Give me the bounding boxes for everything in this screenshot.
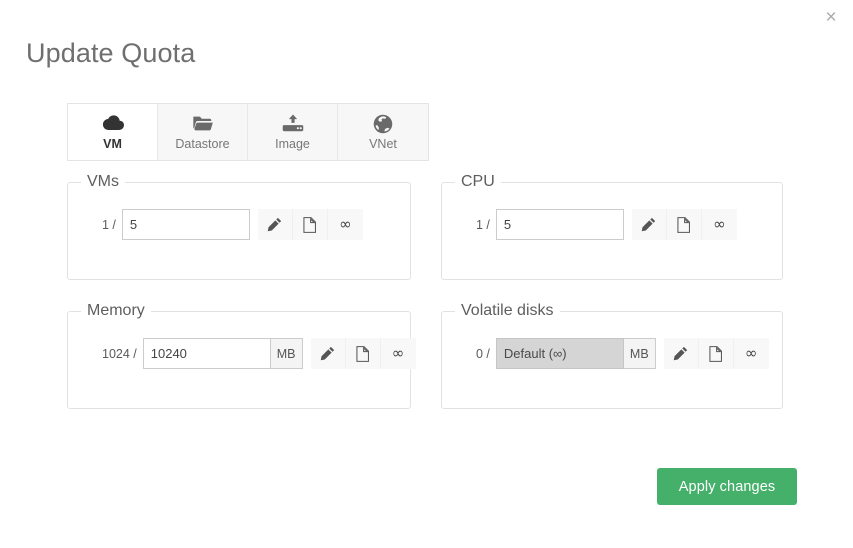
document-icon-vms[interactable]: [292, 209, 328, 240]
cloud-icon: [102, 114, 124, 133]
unit-addon-volatile-disks: MB: [623, 338, 656, 369]
used-label-memory: 1024 /: [102, 346, 137, 361]
panel-legend-volatile-disks: Volatile disks: [455, 301, 560, 321]
tab-vnet-label: VNet: [369, 136, 397, 151]
panel-legend-memory: Memory: [81, 301, 151, 321]
used-label-volatile-disks: 0 /: [476, 346, 490, 361]
row-actions-volatile-disks: ∞: [663, 338, 769, 369]
page-title: Update Quota: [26, 38, 196, 68]
tab-datastore[interactable]: Datastore: [158, 104, 248, 160]
quota-input-memory[interactable]: [142, 338, 271, 369]
infinity-glyph-cpu: ∞: [713, 215, 726, 233]
quota-panel-vms: VMs 1 / ∞: [67, 172, 411, 280]
hdd-upload-icon: [282, 113, 304, 133]
tab-image[interactable]: Image: [248, 104, 338, 160]
infinity-glyph-memory: ∞: [391, 344, 405, 362]
tab-datastore-label: Datastore: [175, 136, 230, 151]
used-label-cpu: 1 /: [476, 217, 490, 232]
panel-legend-cpu: CPU: [455, 172, 501, 192]
globe-icon: [373, 114, 393, 133]
input-group-memory: MB: [142, 338, 303, 369]
infinity-icon-memory[interactable]: ∞: [380, 338, 416, 369]
quota-panel-cpu: CPU 1 / ∞: [441, 172, 783, 280]
apply-changes-button[interactable]: Apply changes: [657, 468, 797, 505]
quota-input-vms[interactable]: [121, 209, 250, 240]
document-icon-memory[interactable]: [345, 338, 381, 369]
input-group-vms: [121, 209, 250, 240]
update-quota-dialog: × Update Quota VM Datastore Image VNet V…: [0, 0, 853, 548]
infinity-glyph-volatile-disks: ∞: [744, 344, 758, 362]
used-label-vms: 1 /: [102, 217, 116, 232]
tab-vm[interactable]: VM: [68, 104, 158, 160]
document-icon-cpu[interactable]: [666, 209, 702, 240]
quota-row-memory: 1024 / MB ∞: [68, 338, 416, 369]
pencil-icon-vms[interactable]: [257, 209, 293, 240]
infinity-glyph-vms: ∞: [339, 215, 352, 233]
input-group-volatile-disks: MB: [495, 338, 656, 369]
quota-row-cpu: 1 / ∞: [442, 209, 782, 240]
tab-image-label: Image: [275, 136, 310, 151]
quota-tab-bar: VM Datastore Image VNet: [67, 103, 429, 161]
tab-vnet[interactable]: VNet: [338, 104, 428, 160]
quota-panel-memory: Memory 1024 / MB ∞: [67, 301, 416, 409]
row-actions-cpu: ∞: [631, 209, 737, 240]
infinity-icon-cpu[interactable]: ∞: [701, 209, 737, 240]
document-icon-volatile-disks[interactable]: [698, 338, 734, 369]
pencil-icon-volatile-disks[interactable]: [663, 338, 699, 369]
infinity-icon-volatile-disks[interactable]: ∞: [733, 338, 769, 369]
unit-addon-memory: MB: [270, 338, 303, 369]
quota-row-volatile-disks: 0 / MB ∞: [442, 338, 782, 369]
row-actions-memory: ∞: [310, 338, 416, 369]
close-icon[interactable]: ×: [819, 6, 843, 30]
panel-legend-vms: VMs: [81, 172, 125, 192]
folder-open-icon: [192, 114, 214, 133]
quota-panel-volatile-disks: Volatile disks 0 / MB ∞: [441, 301, 783, 409]
quota-input-cpu[interactable]: [495, 209, 624, 240]
pencil-icon-memory[interactable]: [310, 338, 346, 369]
row-actions-vms: ∞: [257, 209, 363, 240]
quota-row-vms: 1 / ∞: [68, 209, 410, 240]
input-group-cpu: [495, 209, 624, 240]
pencil-icon-cpu[interactable]: [631, 209, 667, 240]
tab-vm-label: VM: [103, 136, 122, 151]
quota-input-volatile-disks: [495, 338, 624, 369]
infinity-icon-vms[interactable]: ∞: [327, 209, 363, 240]
